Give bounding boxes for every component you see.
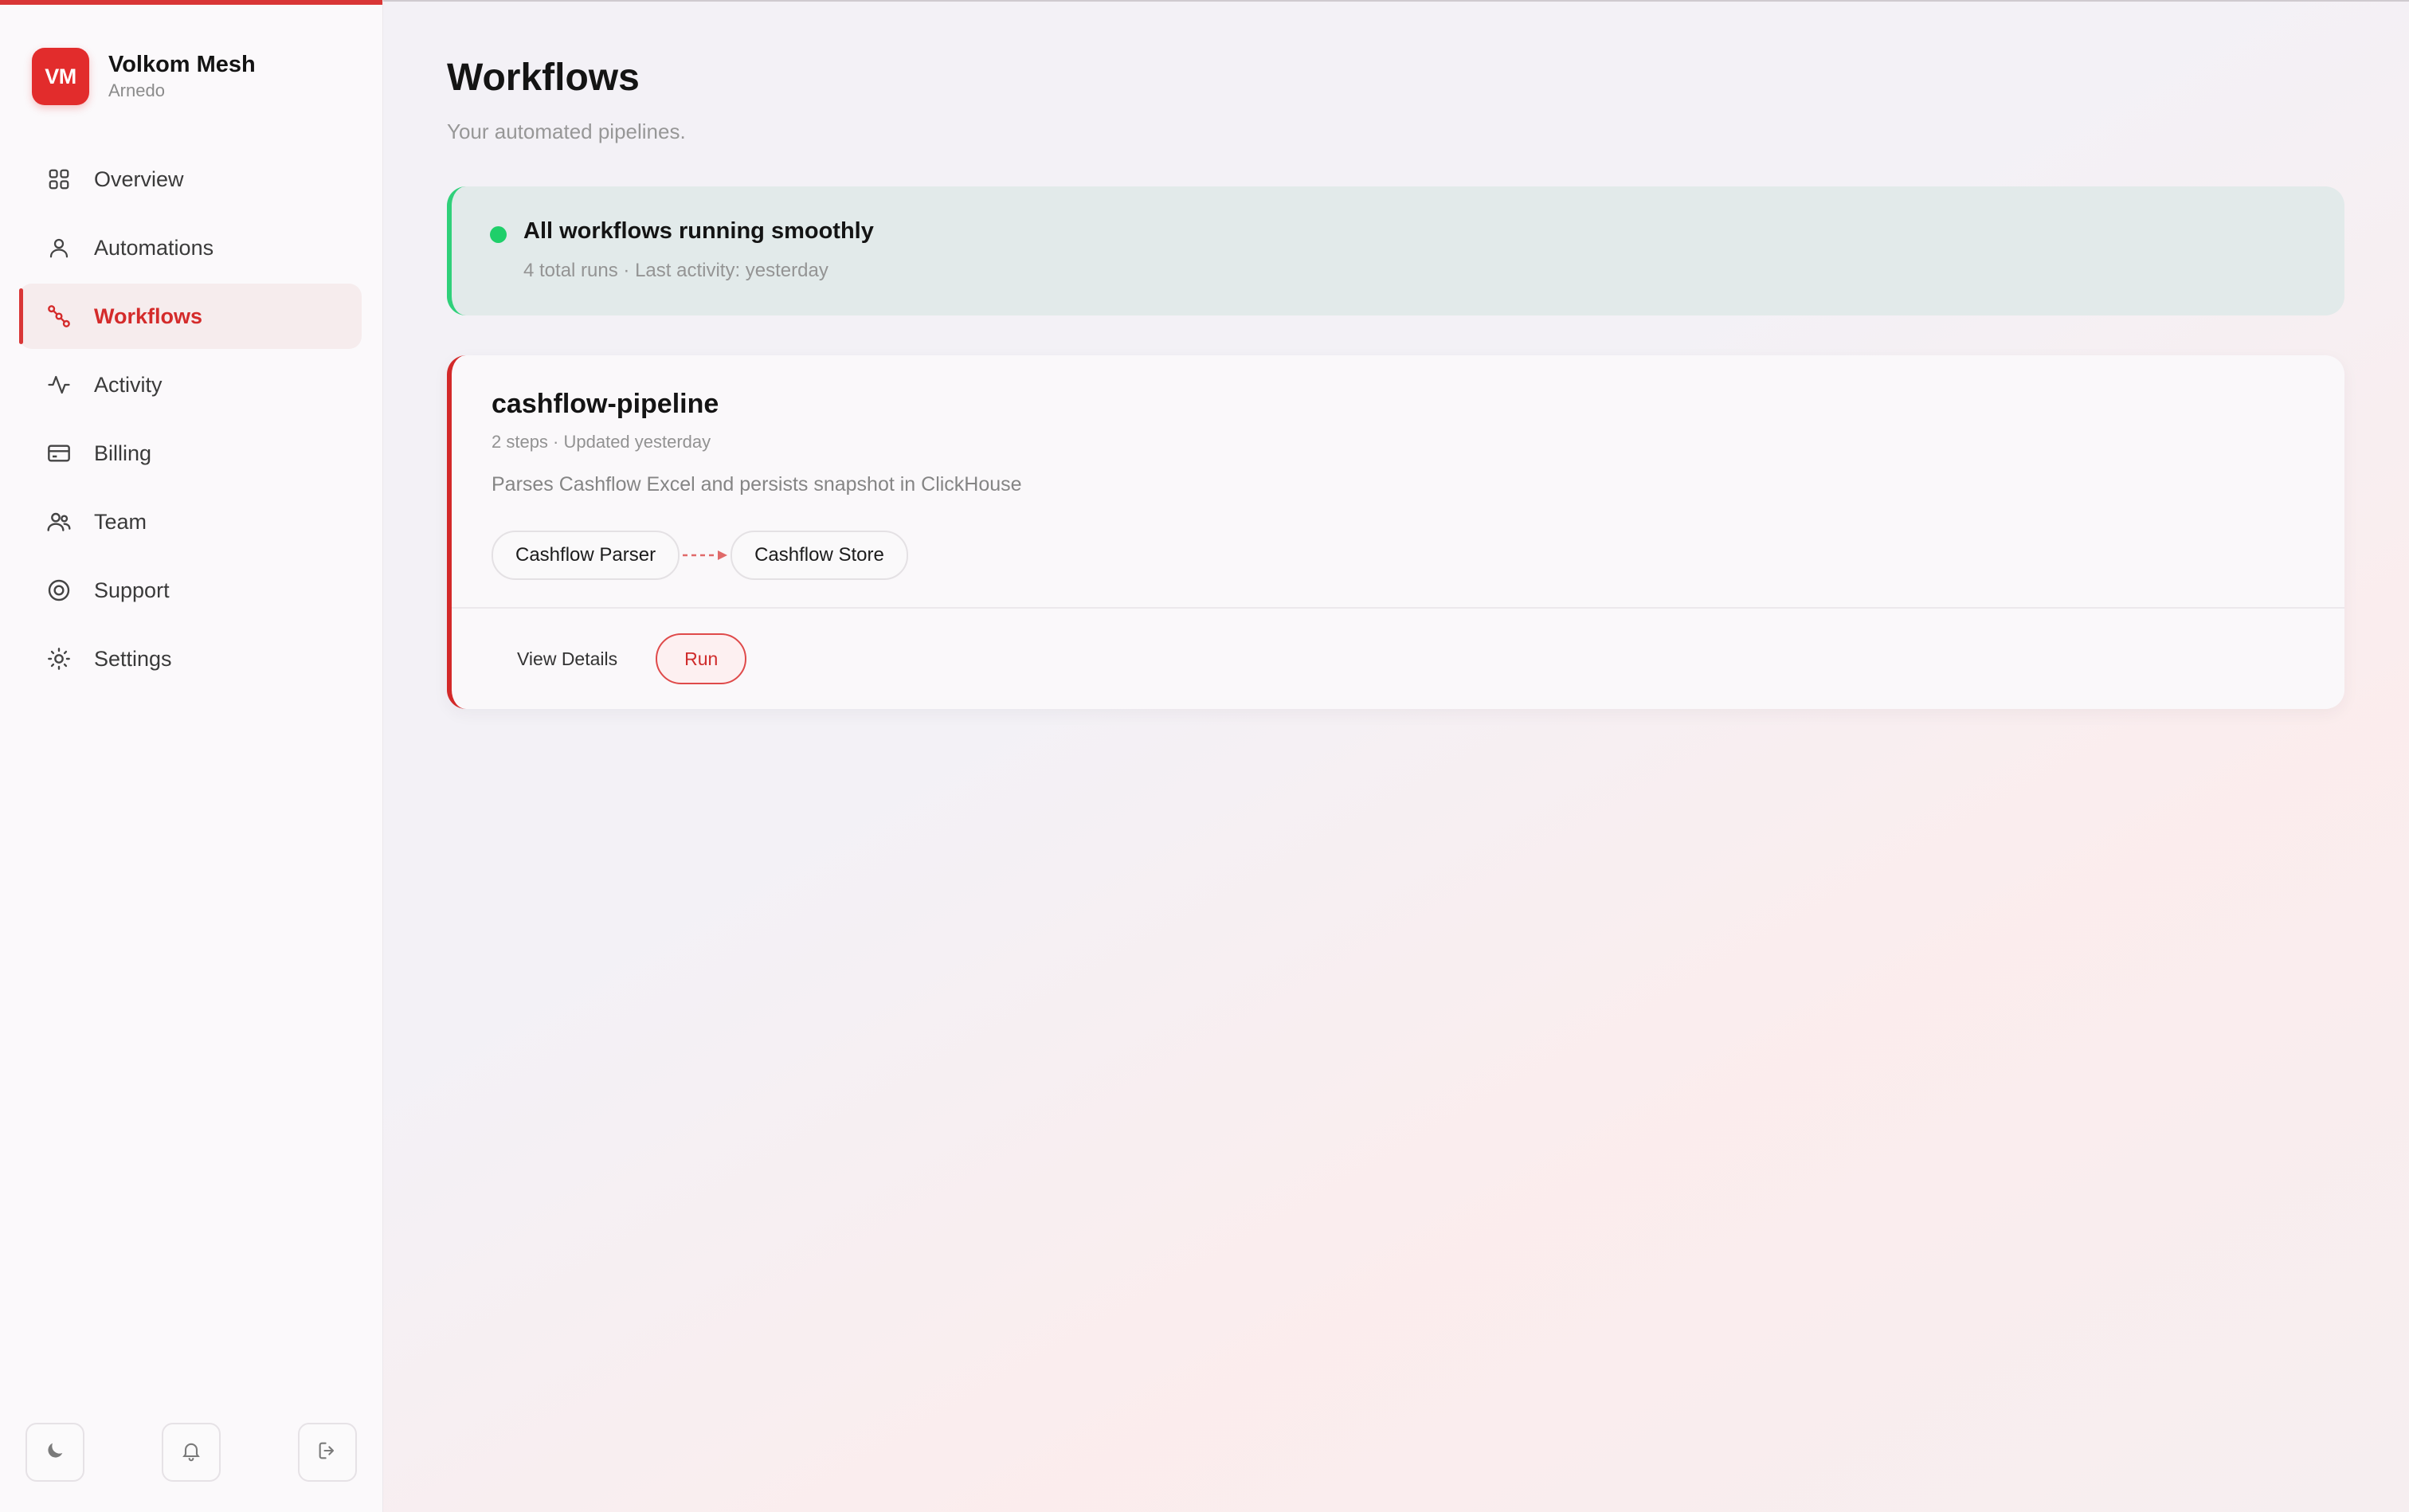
workflow-name: cashflow-pipeline: [492, 389, 719, 419]
sidebar-item-support[interactable]: Support: [19, 558, 362, 623]
sidebar-item-team[interactable]: Team: [19, 489, 362, 554]
logout-button[interactable]: [298, 1423, 357, 1482]
sidebar-item-workflows[interactable]: Workflows: [19, 284, 362, 349]
bell-icon: [180, 1440, 202, 1466]
workflow-steps: Cashflow Parser Cashflow Store: [492, 531, 908, 580]
run-button[interactable]: Run: [656, 633, 747, 684]
sidebar-item-label: Billing: [94, 441, 152, 465]
brand: VM Volkom Mesh Arnedo: [32, 45, 256, 108]
page-subtitle: Your automated pipelines.: [447, 119, 686, 143]
card-icon: [45, 439, 73, 468]
sidebar-item-label: Automations: [94, 235, 214, 260]
view-details-button[interactable]: View Details: [492, 633, 643, 685]
app-root: VM Volkom Mesh Arnedo Overview Automatio…: [0, 0, 2409, 1512]
dashed-arrow-icon: [680, 547, 731, 563]
sidebar-item-label: Settings: [94, 646, 172, 671]
sidebar-item-overview[interactable]: Overview: [19, 147, 362, 212]
pulse-icon: [45, 370, 73, 399]
team-icon: [45, 507, 73, 536]
sidebar-accent-bar: [0, 0, 382, 5]
brand-name: Volkom Mesh: [108, 52, 256, 77]
sidebar-item-activity[interactable]: Activity: [19, 352, 362, 417]
status-title: All workflows running smoothly: [523, 218, 874, 244]
top-divider: [383, 0, 2409, 2]
workflow-actions: View Details Run: [492, 631, 747, 687]
user-icon: [45, 233, 73, 262]
logout-icon: [316, 1440, 339, 1466]
step-chip: Cashflow Parser: [492, 531, 680, 580]
sidebar-item-settings[interactable]: Settings: [19, 626, 362, 691]
card-divider: [452, 607, 2344, 609]
workflow-icon: [45, 302, 73, 331]
lifebuoy-icon: [45, 576, 73, 605]
status-meta: 4 total runs · Last activity: yesterday: [523, 260, 828, 281]
step-chip: Cashflow Store: [731, 531, 908, 580]
notifications-button[interactable]: [162, 1423, 221, 1482]
workflow-description: Parses Cashflow Excel and persists snaps…: [492, 473, 1022, 496]
workflow-meta: 2 steps · Updated yesterday: [492, 432, 711, 452]
status-indicator-dot: [490, 226, 507, 243]
workflow-card: cashflow-pipeline 2 steps · Updated yest…: [447, 355, 2344, 709]
moon-icon: [44, 1440, 66, 1466]
sidebar-footer: [25, 1423, 357, 1482]
sidebar-item-label: Team: [94, 509, 147, 534]
sun-gear-icon: [45, 644, 73, 673]
grid-icon: [45, 165, 73, 194]
theme-toggle-button[interactable]: [25, 1423, 84, 1482]
sidebar-item-billing[interactable]: Billing: [19, 421, 362, 486]
main-content: Workflows Your automated pipelines. All …: [383, 0, 2409, 1512]
page-title: Workflows: [447, 57, 640, 99]
sidebar-item-label: Support: [94, 578, 170, 602]
sidebar-item-label: Workflows: [94, 304, 203, 328]
sidebar-nav: Overview Automations Workflows Activity …: [19, 147, 362, 695]
brand-logo: VM: [32, 48, 89, 105]
brand-subtitle: Arnedo: [108, 80, 165, 100]
status-banner: All workflows running smoothly 4 total r…: [447, 186, 2344, 315]
sidebar: VM Volkom Mesh Arnedo Overview Automatio…: [0, 0, 383, 1512]
sidebar-item-label: Overview: [94, 166, 184, 191]
sidebar-item-automations[interactable]: Automations: [19, 215, 362, 280]
sidebar-item-label: Activity: [94, 372, 163, 397]
